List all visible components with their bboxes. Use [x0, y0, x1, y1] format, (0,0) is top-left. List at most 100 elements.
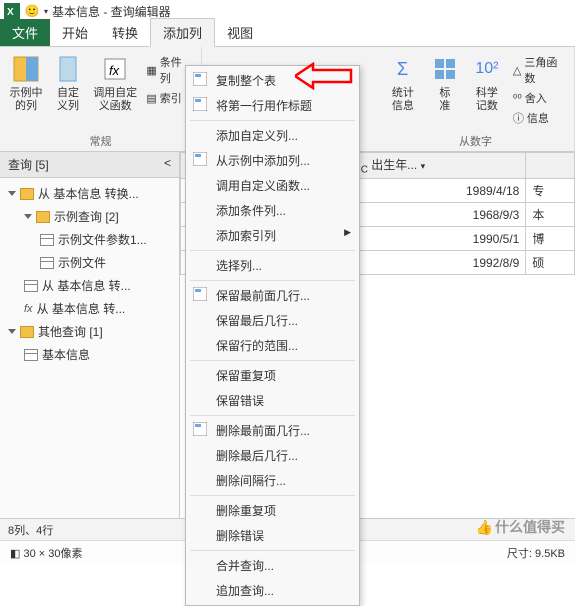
tree-toggle-icon[interactable] [8, 191, 16, 196]
filesize-text: 尺寸: 9.5KB [507, 545, 565, 561]
table-icon [24, 349, 38, 361]
cell[interactable]: 1992/8/9 [332, 251, 526, 275]
index-icon: ▤ [146, 92, 156, 105]
menu-separator [190, 550, 355, 551]
del-icon [192, 421, 208, 437]
query-tree: 从 基本信息 转换...示例查询 [2]示例文件参数1...示例文件从 基本信息… [0, 178, 179, 545]
tree-item[interactable]: 从 基本信息 转换... [0, 182, 179, 205]
watermark: 👍什么值得买 [476, 517, 565, 537]
group-label-number: 从数字 [383, 131, 568, 149]
table-icon [40, 234, 54, 246]
menu-item[interactable]: 合并查询... [186, 553, 359, 578]
tab-addcolumn[interactable]: 添加列 [150, 18, 215, 47]
menu-item[interactable]: 删除间隔行... [186, 468, 359, 493]
menu-separator [190, 250, 355, 251]
column-header[interactable]: ▾ ABC 出生年... ▾ [332, 153, 526, 179]
ribbon-group-number: Σ 统计 信息 标 准 10² 科学 记数 △三角函数 ⁰⁰舍入 ⓘ信息 从数字 [377, 47, 575, 151]
tab-file[interactable]: 文件 [0, 19, 50, 46]
menu-item-label: 保留最前面几行... [216, 289, 310, 303]
table-icon [40, 257, 54, 269]
folder-icon [36, 211, 50, 223]
tree-item[interactable]: 其他查询 [1] [0, 320, 179, 343]
custom-column-button[interactable]: 自定 义列 [48, 51, 88, 115]
tree-item[interactable]: 基本信息 [0, 343, 179, 366]
menu-item-label: 从示例中添加列... [216, 154, 310, 168]
tree-toggle-icon[interactable] [8, 329, 16, 334]
cell[interactable]: 1990/5/1 [332, 227, 526, 251]
menu-item-label: 保留最后几行... [216, 314, 298, 328]
sidebar-title: 查询 [5] [8, 156, 49, 173]
menu-item[interactable]: 删除最前面几行... [186, 418, 359, 443]
menu-item-label: 保留重复项 [216, 369, 276, 383]
svg-text:fx: fx [109, 63, 120, 78]
column-from-example-button[interactable]: 示例中 的列 [6, 51, 46, 115]
crop-icon: ◧ [10, 548, 20, 560]
cell[interactable]: 博 [526, 227, 575, 251]
menu-separator [190, 360, 355, 361]
menu-item[interactable]: 从示例中添加列... [186, 148, 359, 173]
tree-item-label: 示例文件参数1... [58, 231, 147, 248]
menu-item[interactable]: 保留最前面几行... [186, 283, 359, 308]
menu-item-label: 保留错误 [216, 394, 264, 408]
menu-item[interactable]: 删除重复项 [186, 498, 359, 523]
cell[interactable]: 专 [526, 179, 575, 203]
column-header[interactable] [526, 153, 575, 179]
stats-button[interactable]: Σ 统计 信息 [383, 51, 423, 129]
sidebar-header: 查询 [5] < [0, 152, 179, 178]
tree-item[interactable]: fx 从 基本信息 转... [0, 297, 179, 320]
tree-item[interactable]: 示例查询 [2] [0, 205, 179, 228]
submenu-arrow-icon: ▶ [344, 227, 351, 238]
collapse-icon[interactable]: < [164, 156, 171, 173]
menu-item[interactable]: 删除最后几行... [186, 443, 359, 468]
menu-item[interactable]: 追加查询... [186, 578, 359, 603]
menu-item-label: 删除间隔行... [216, 474, 286, 488]
tab-view[interactable]: 视图 [215, 19, 265, 46]
menu-item[interactable]: 将第一行用作标题 [186, 93, 359, 118]
tree-item-label: 从 基本信息 转... [37, 300, 126, 317]
menu-item-label: 添加索引列 [216, 229, 276, 243]
tree-item-label: 从 基本信息 转换... [38, 185, 139, 202]
menu-separator [190, 120, 355, 121]
menu-item-label: 保留行的范围... [216, 339, 298, 353]
menu-item[interactable]: 保留重复项 [186, 363, 359, 388]
menu-item-label: 调用自定义函数... [216, 179, 310, 193]
menu-item[interactable]: 添加自定义列... [186, 123, 359, 148]
standard-button[interactable]: 标 准 [425, 51, 465, 129]
red-arrow-callout [295, 62, 355, 93]
trig-button[interactable]: △三角函数 [511, 53, 566, 87]
cell[interactable]: 本 [526, 203, 575, 227]
condition-icon: ▦ [146, 64, 156, 77]
menu-item[interactable]: 添加条件列... [186, 198, 359, 223]
menu-item-label: 追加查询... [216, 584, 274, 598]
menu-item[interactable]: 选择列... [186, 253, 359, 278]
tree-item[interactable]: 示例文件 [0, 251, 179, 274]
tab-start[interactable]: 开始 [50, 19, 100, 46]
group-label-general: 常规 [6, 131, 195, 149]
invoke-function-button[interactable]: fx 调用自定 义函数 [90, 51, 140, 115]
menu-item[interactable]: 保留错误 [186, 388, 359, 413]
smiley-icon: 🙂 [24, 3, 40, 19]
folder-icon [20, 326, 34, 338]
menu-item[interactable]: 保留行的范围... [186, 333, 359, 358]
tree-item[interactable]: 从 基本信息 转... [0, 274, 179, 297]
cell[interactable]: 1989/4/18 [332, 179, 526, 203]
menu-item[interactable]: 添加索引列 ▶ [186, 223, 359, 248]
menu-item[interactable]: 保留最后几行... [186, 308, 359, 333]
tree-item-label: 示例查询 [2] [54, 208, 119, 225]
tab-convert[interactable]: 转换 [100, 19, 150, 46]
tree-item[interactable]: 示例文件参数1... [0, 228, 179, 251]
menu-item[interactable]: 调用自定义函数... [186, 173, 359, 198]
cell[interactable]: 1968/9/3 [332, 203, 526, 227]
menu-item[interactable]: 删除错误 [186, 523, 359, 548]
ribbon-group-general: 示例中 的列 自定 义列 fx 调用自定 义函数 ▦条件列 ▤索引 常规 [0, 47, 202, 151]
info-button[interactable]: ⓘ信息 [511, 109, 566, 127]
fx-icon: fx [24, 303, 33, 315]
triangle-icon: △ [513, 64, 521, 77]
cell[interactable]: 硕 [526, 251, 575, 275]
scientific-button[interactable]: 10² 科学 记数 [467, 51, 507, 129]
menu-separator [190, 495, 355, 496]
dropdown-icon[interactable]: ▾ [44, 7, 48, 16]
rounding-button[interactable]: ⁰⁰舍入 [511, 89, 566, 107]
folder-icon [20, 188, 34, 200]
tree-toggle-icon[interactable] [24, 214, 32, 219]
